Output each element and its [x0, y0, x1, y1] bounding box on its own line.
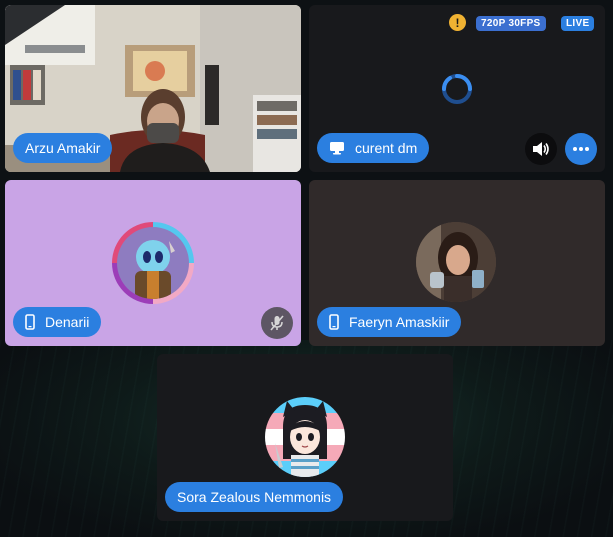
more-dots-icon	[573, 147, 589, 151]
participant-name: curent dm	[355, 140, 418, 156]
muted-status	[261, 307, 293, 339]
participant-tile-denarii[interactable]: Denarii	[5, 180, 301, 346]
stream-tile-curent-dm[interactable]: ! 720P 30FPS LIVE curent dm	[309, 5, 605, 172]
name-pill-arzu: Arzu Amakir	[13, 133, 113, 163]
avatar-faeryn	[416, 222, 496, 302]
volume-button[interactable]	[525, 133, 557, 165]
participant-name: Sora Zealous Nemmonis	[177, 489, 332, 505]
screen-share-icon	[329, 141, 345, 155]
name-pill-faeryn: Faeryn Amaskiir	[317, 307, 462, 337]
name-pill-sora: Sora Zealous Nemmonis	[165, 482, 344, 512]
more-options-button[interactable]	[565, 133, 597, 165]
name-pill-curent-dm: curent dm	[317, 133, 430, 163]
speaker-icon	[533, 142, 549, 156]
mobile-icon	[329, 314, 339, 330]
warning-icon[interactable]: !	[449, 14, 466, 31]
participant-tile-sora[interactable]: Sora Zealous Nemmonis	[157, 354, 453, 521]
avatar-denarii	[112, 222, 194, 304]
participant-name: Arzu Amakir	[25, 140, 101, 156]
name-pill-denarii: Denarii	[13, 307, 102, 337]
loading-spinner-icon	[441, 74, 472, 104]
mobile-icon	[25, 314, 35, 330]
participant-name: Faeryn Amaskiir	[349, 314, 450, 330]
quality-badge: 720P 30FPS	[476, 16, 546, 31]
muted-mic-icon	[270, 315, 284, 331]
participant-tile-faeryn[interactable]: Faeryn Amaskiir	[309, 180, 605, 346]
participant-name: Denarii	[45, 314, 90, 330]
avatar-sora	[265, 397, 345, 477]
video-tile-arzu[interactable]: Arzu Amakir	[5, 5, 301, 172]
live-badge: LIVE	[561, 16, 595, 31]
